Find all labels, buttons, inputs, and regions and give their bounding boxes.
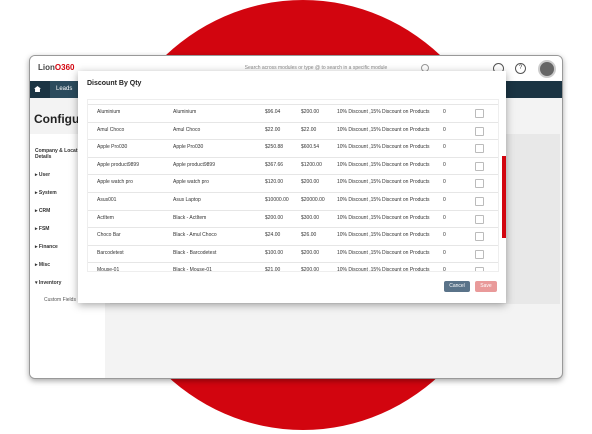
table-row: Asus001 Asus Laptop $10000.00 $20000.00 10% … — [88, 192, 498, 211]
cell-name: Apple Pro030 — [97, 144, 128, 151]
cell-price2: $200.00 — [301, 267, 320, 272]
cell-alias: Aluminium — [173, 109, 197, 115]
cell-name: Amul Choco — [97, 126, 125, 133]
cell-alias: Apple watch pro — [173, 179, 209, 186]
cell-price2: $200.00 — [301, 179, 320, 186]
cell-price1: $367.66 — [265, 161, 284, 168]
cell-price2: $1200.00 — [301, 161, 322, 168]
cell-name: Barcodetest — [97, 249, 124, 256]
cell-discount: 10% Discount ,15% Discount on Products — [337, 267, 430, 272]
cell-name: Apple product9899 — [97, 161, 139, 168]
cell-discount: 10% Discount ,15% Discount on Products — [337, 179, 430, 186]
row-checkbox[interactable] — [475, 109, 484, 118]
table-row: ActItem Black - ActItem $200.00 $300.00 10% … — [88, 210, 498, 229]
cell-alias: Black - ActItem — [173, 214, 207, 221]
cell-price2: $300.00 — [301, 214, 320, 221]
cell-name: ActItem — [97, 214, 114, 221]
cell-alias: Asus Laptop — [173, 197, 201, 203]
table-row: Mouse-01 Black - Mouse-01 $21.00 $200.00 10%… — [88, 262, 498, 272]
cell-alias: Apple Pro030 — [173, 144, 204, 151]
cell-qty: 0 — [443, 267, 446, 272]
cell-name: Mouse-01 — [97, 267, 120, 272]
cell-alias: Black - Mouse-01 — [173, 267, 212, 272]
cell-price2: $26.00 — [301, 232, 317, 239]
cell-price2: $20000.00 — [301, 197, 325, 203]
row-checkbox[interactable] — [475, 267, 484, 271]
row-checkbox[interactable] — [475, 126, 484, 136]
cell-alias: Apple product9899 — [173, 161, 215, 168]
cell-name: Asus001 — [97, 197, 117, 203]
cell-name: Aluminium — [97, 109, 121, 115]
cell-price1: $21.00 — [265, 267, 281, 272]
row-checkbox[interactable] — [475, 232, 484, 242]
cell-price2: $600.54 — [301, 144, 320, 151]
cancel-button[interactable]: Cancel — [444, 281, 470, 292]
cell-qty: 0 — [443, 179, 446, 186]
cell-discount: 10% Discount ,15% Discount on Products — [337, 232, 430, 239]
cell-price1: $10000.00 — [265, 197, 289, 203]
cell-discount: 10% Discount ,15% Discount on Products — [337, 126, 430, 133]
row-checkbox[interactable] — [475, 249, 484, 259]
cell-qty: 0 — [443, 144, 446, 151]
table-row: Apple watch pro Apple watch pro $120.00 $20… — [88, 174, 498, 193]
modal-title: Discount By Qty — [87, 80, 142, 87]
cell-alias: Black - Barcodetest — [173, 249, 217, 256]
cell-price2: $22.00 — [301, 126, 317, 133]
cell-discount: 10% Discount ,15% Discount on Products — [337, 161, 430, 168]
scrollbar[interactable] — [502, 156, 506, 238]
row-checkbox[interactable] — [475, 197, 484, 206]
cell-qty: 0 — [443, 249, 446, 256]
cell-price1: $24.00 — [265, 232, 281, 239]
cell-price2: $200.00 — [301, 109, 320, 115]
cell-qty: 0 — [443, 232, 446, 239]
table-row: Apple product9899 Apple product9899 $367.6… — [88, 157, 498, 176]
cell-price1: $22.00 — [265, 126, 281, 133]
cell-alias: Amul Choco — [173, 126, 201, 133]
cell-qty: 0 — [443, 109, 446, 115]
cell-price1: $120.00 — [265, 179, 284, 186]
cell-discount: 10% Discount ,15% Discount on Products — [337, 144, 430, 151]
cell-name: Choco Bar — [97, 232, 121, 239]
cell-price2: $200.00 — [301, 249, 320, 256]
cell-discount: 10% Discount ,15% Discount on Products — [337, 109, 430, 115]
row-checkbox[interactable] — [475, 214, 484, 224]
cell-qty: 0 — [443, 161, 446, 168]
row-checkbox[interactable] — [475, 161, 484, 171]
table-row: Apple Pro030 Apple Pro030 $250.88 $600.54 10… — [88, 139, 498, 158]
product-table: Aluminium Aluminium $96.04 $200.00 10% Disco… — [87, 99, 499, 272]
table-row: Aluminium Aluminium $96.04 $200.00 10% Disco… — [88, 104, 498, 123]
table-row: Amul Choco Amul Choco $22.00 $22.00 10% Disc… — [88, 122, 498, 141]
cell-price1: $100.00 — [265, 249, 284, 256]
save-button[interactable]: Save — [475, 281, 497, 292]
modal-overlay: Discount By Qty Aluminium Aluminium $96.04… — [0, 0, 592, 434]
cell-discount: 10% Discount ,15% Discount on Products — [337, 249, 430, 256]
cell-qty: 0 — [443, 197, 446, 203]
cell-alias: Black - Amul Choco — [173, 232, 217, 239]
cell-discount: 10% Discount ,15% Discount on Products — [337, 197, 430, 203]
cell-price1: $200.00 — [265, 214, 284, 221]
cell-name: Apple watch pro — [97, 179, 133, 186]
cell-price1: $250.88 — [265, 144, 284, 151]
cell-qty: 0 — [443, 214, 446, 221]
cell-price1: $96.04 — [265, 109, 281, 115]
discount-by-qty-modal: Discount By Qty Aluminium Aluminium $96.04… — [78, 71, 506, 303]
cell-qty: 0 — [443, 126, 446, 133]
row-checkbox[interactable] — [475, 179, 484, 189]
row-checkbox[interactable] — [475, 144, 484, 154]
cell-discount: 10% Discount ,15% Discount on Products — [337, 214, 430, 221]
table-row: Choco Bar Black - Amul Choco $24.00 $26.00 1… — [88, 227, 498, 246]
table-row: Barcodetest Black - Barcodetest $100.00 $20… — [88, 245, 498, 264]
